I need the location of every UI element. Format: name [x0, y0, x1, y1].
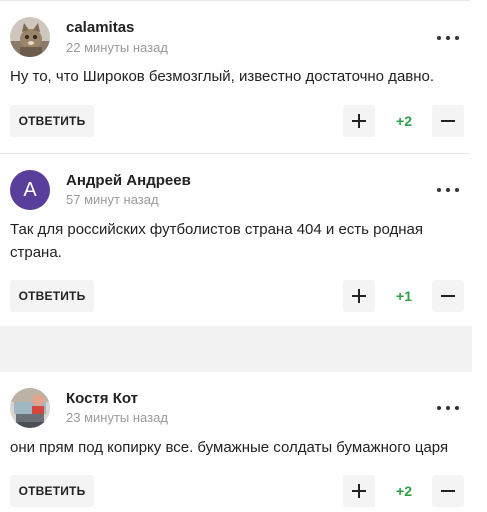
comment-text: Так для российских футболистов страна 40… — [10, 221, 424, 261]
upvote-plus-icon[interactable] — [343, 105, 375, 137]
upvote-plus-icon[interactable] — [343, 475, 375, 507]
comment-item: А Андрей Андреев 57 минут назад Так для … — [0, 154, 470, 324]
more-options-icon[interactable] — [437, 184, 459, 196]
vote-score: +2 — [396, 483, 412, 499]
comments-page: calamitas 22 минуты назад Ну то, что Шир… — [0, 0, 487, 512]
reply-button[interactable]: ОТВЕТИТЬ — [10, 475, 94, 507]
comment-item: Костя Кот 23 минуты назад они прям под к… — [0, 372, 470, 512]
comment-author[interactable]: Андрей Андреев — [66, 172, 191, 189]
comment-time: 22 минуты назад — [66, 40, 168, 55]
reply-button[interactable]: ОТВЕТИТЬ — [10, 280, 94, 312]
comment-text: они прям под копирку все. бумажные солда… — [10, 439, 449, 456]
more-options-icon[interactable] — [437, 402, 459, 414]
comment-time: 23 минуты назад — [66, 410, 168, 425]
cat-photo-avatar-icon — [10, 17, 50, 57]
ad-placeholder-block — [0, 326, 472, 372]
comment-time: 57 минут назад — [66, 192, 159, 207]
vote-score: +2 — [396, 113, 412, 129]
comment-author[interactable]: calamitas — [66, 19, 134, 36]
avatar[interactable] — [10, 388, 50, 428]
downvote-minus-icon[interactable] — [432, 475, 464, 507]
comment-text: Ну то, что Широков безмозглый, известно … — [10, 68, 435, 85]
more-options-icon[interactable] — [437, 32, 459, 44]
comment-author[interactable]: Костя Кот — [66, 390, 138, 407]
comment-item: calamitas 22 минуты назад Ну то, что Шир… — [0, 0, 470, 153]
avatar[interactable] — [10, 17, 50, 57]
downvote-minus-icon[interactable] — [432, 105, 464, 137]
reply-button[interactable]: ОТВЕТИТЬ — [10, 105, 94, 137]
upvote-plus-icon[interactable] — [343, 280, 375, 312]
vote-score: +1 — [396, 288, 412, 304]
downvote-minus-icon[interactable] — [432, 280, 464, 312]
photo-avatar-icon — [10, 388, 50, 428]
avatar[interactable]: А — [10, 170, 50, 210]
